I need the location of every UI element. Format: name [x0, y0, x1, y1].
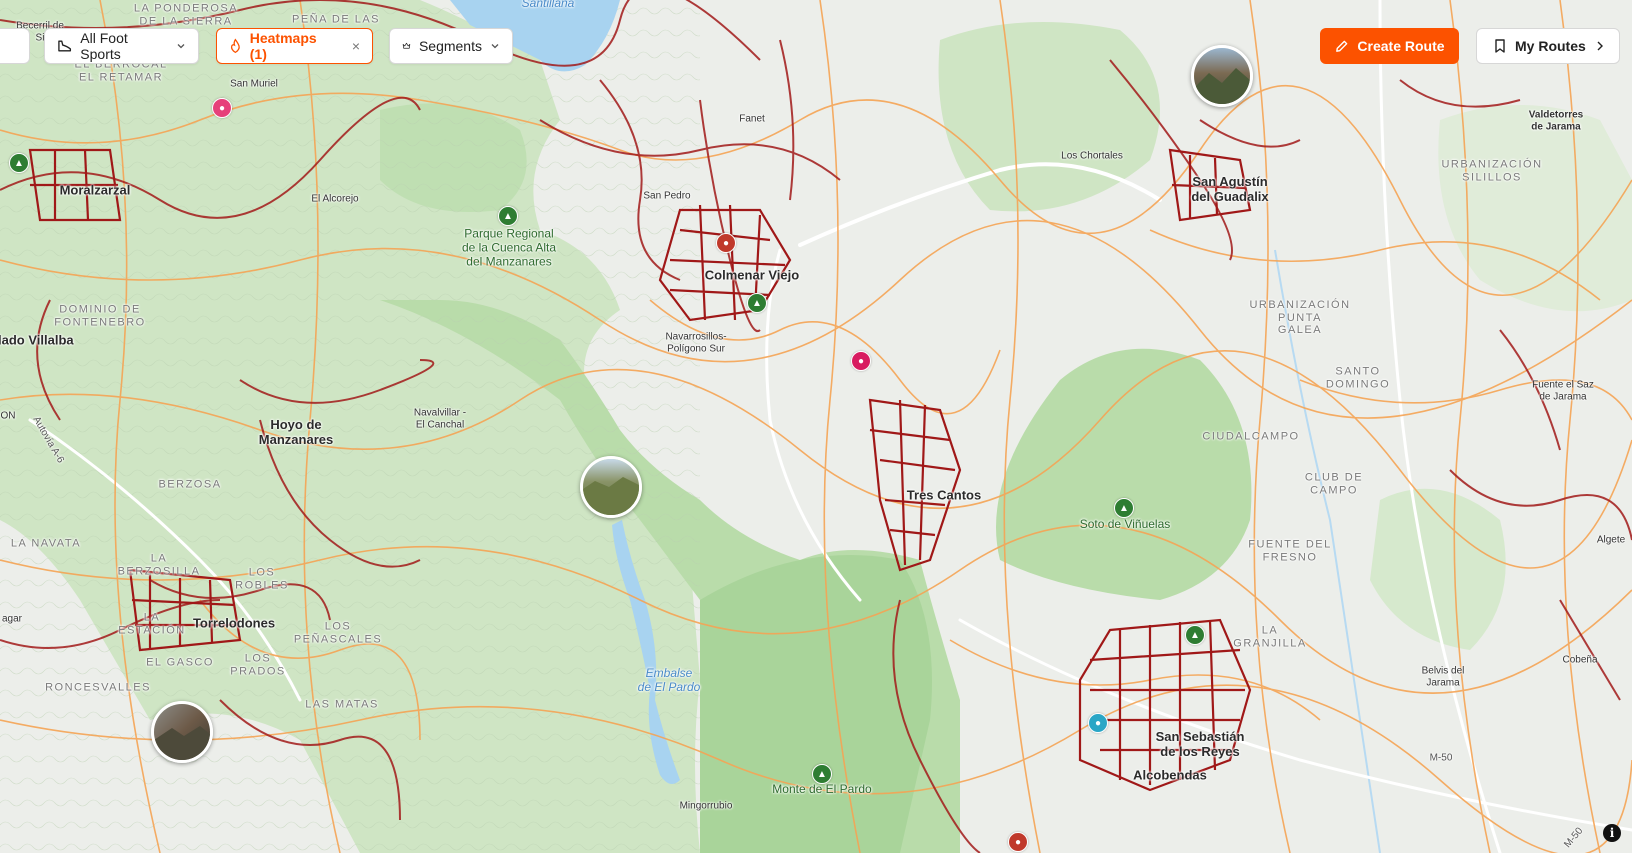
map-view[interactable]: Colmenar Viejo Tres Cantos San Agustín d… — [0, 0, 1632, 853]
create-route-button[interactable]: Create Route — [1320, 28, 1459, 64]
sport-filter-label: All Foot Sports — [80, 30, 128, 62]
park-tree-icon[interactable]: ▲ — [1114, 498, 1134, 518]
pencil-icon — [1336, 40, 1348, 52]
segments-label: Segments — [418, 38, 482, 54]
create-route-label: Create Route — [1357, 38, 1445, 54]
segments-dropdown[interactable]: Segments — [389, 28, 513, 64]
photo-marker-valley[interactable] — [580, 456, 642, 518]
sport-filter-dropdown[interactable]: All Foot Sports — [44, 28, 199, 64]
bookmark-icon — [1495, 39, 1505, 53]
photo-marker-rocks[interactable] — [151, 701, 213, 763]
my-routes-label: My Routes — [1515, 38, 1586, 54]
shoe-icon — [58, 40, 72, 52]
photo-thumbnail — [583, 459, 639, 515]
close-icon[interactable]: × — [352, 38, 360, 54]
segment-crown-icon — [402, 42, 411, 49]
mountain-icon[interactable]: ▲ — [9, 153, 29, 173]
park-tree-icon[interactable]: ▲ — [498, 206, 518, 226]
photo-thumbnail — [1194, 48, 1250, 104]
heatmaps-label: Heatmaps (1) — [249, 30, 317, 62]
chevron-down-icon — [176, 41, 186, 51]
heatmaps-toggle[interactable]: Heatmaps (1) × — [216, 28, 373, 64]
restaurant-icon[interactable]: ● — [212, 98, 232, 118]
shopping-cart-icon[interactable]: ● — [851, 351, 871, 371]
attribution-info-button[interactable]: i — [1603, 824, 1621, 842]
park-tree-icon[interactable]: ▲ — [812, 764, 832, 784]
mountain-icon[interactable]: ▲ — [1185, 625, 1205, 645]
my-routes-button[interactable]: My Routes — [1476, 28, 1620, 64]
cafe-icon[interactable]: ● — [716, 233, 736, 253]
photo-thumbnail — [154, 704, 210, 760]
cafe-icon[interactable]: ● — [1008, 832, 1028, 852]
photo-marker-gorge[interactable] — [1191, 45, 1253, 107]
flame-icon — [230, 38, 240, 54]
map-canvas[interactable] — [0, 0, 1632, 853]
chevron-down-icon — [490, 41, 500, 51]
chevron-right-icon — [1597, 41, 1603, 51]
park-tree-icon[interactable]: ▲ — [747, 293, 767, 313]
wrench-icon[interactable]: ● — [1088, 713, 1108, 733]
side-panel-toggle[interactable] — [0, 28, 30, 64]
